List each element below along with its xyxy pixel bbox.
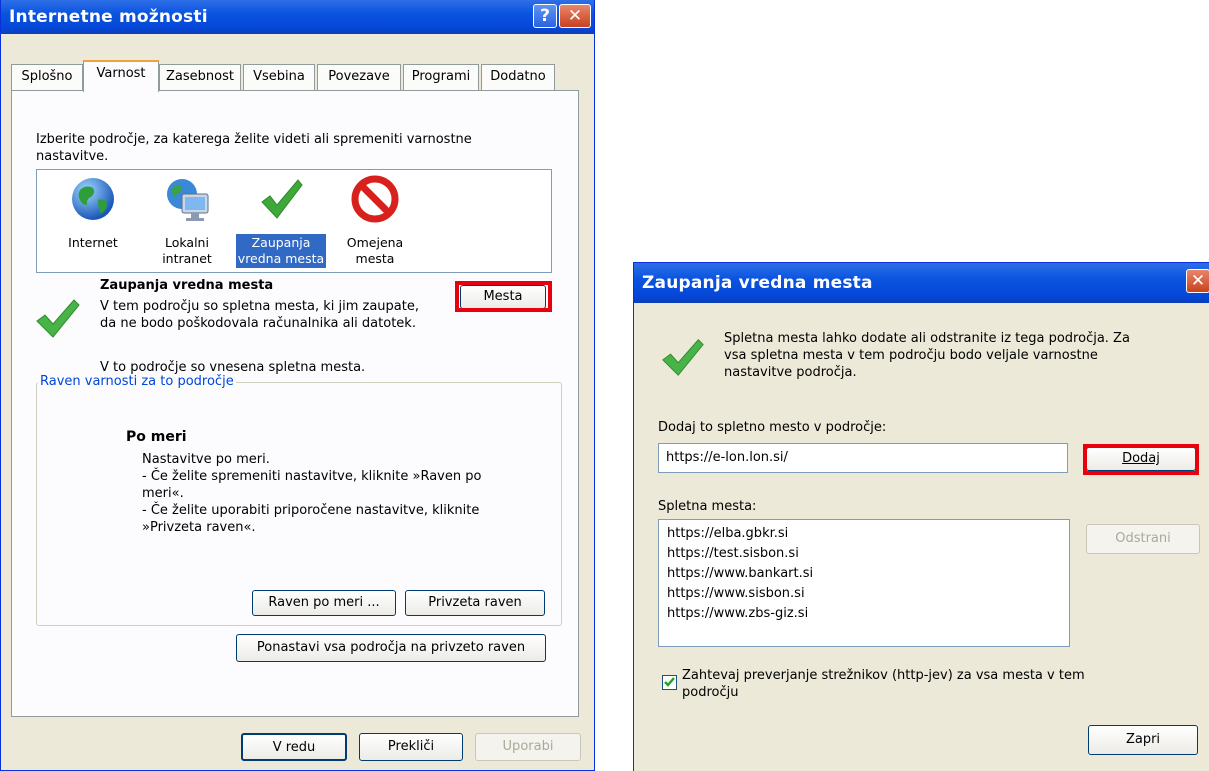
tab-splosno[interactable]: Splošno	[11, 64, 83, 90]
close-button[interactable]: ✕	[559, 4, 591, 28]
checkbox-check-icon	[664, 677, 675, 687]
zone-selector: Internet Lokalni intranet Zaupanja vredn…	[36, 169, 552, 273]
tab-programi[interactable]: Programi	[403, 64, 479, 90]
require-https-label-line2[interactable]: področju	[682, 684, 738, 701]
require-https-label-line1[interactable]: Zahtevaj preverjanje strežnikov (http-je…	[682, 667, 1085, 684]
custom-level-title: Po meri	[126, 429, 187, 445]
trusted-checkmark-icon	[662, 339, 704, 376]
apply-button[interactable]: Uporabi	[475, 733, 581, 761]
zone-restricted-sites-label: Omejena mesta	[345, 234, 405, 268]
cancel-button[interactable]: Prekliči	[359, 733, 463, 761]
trusted-description-line1: Spletna mesta lahko dodate ali odstranit…	[724, 331, 1130, 346]
help-button[interactable]: ?	[533, 4, 557, 28]
security-tab-panel: Izberite področje, za katerega želite vi…	[11, 90, 579, 717]
custom-level-line4: - Če želite uporabiti priporočene nastav…	[142, 503, 480, 518]
zone-local-intranet-label-line1: Lokalni	[165, 235, 209, 250]
security-level-group-label: Raven varnosti za to področje	[38, 374, 236, 390]
zone-restricted-sites[interactable]: Omejena mesta	[329, 174, 421, 268]
zone-internet[interactable]: Internet	[47, 174, 139, 252]
trusted-sites-close-button[interactable]: ✕	[1186, 269, 1209, 293]
sites-list[interactable]: https://elba.gbkr.si https://test.sisbon…	[658, 519, 1070, 647]
custom-level-button[interactable]: Raven po meri ...	[252, 590, 396, 616]
add-site-button-highlight	[1083, 444, 1199, 475]
list-item[interactable]: https://www.zbs-giz.si	[667, 604, 1061, 624]
list-item[interactable]: https://test.sisbon.si	[667, 544, 1061, 564]
intro-text-line1: Izberite področje, za katerega želite vi…	[36, 132, 472, 147]
zone-local-intranet-label: Lokalni intranet	[160, 234, 214, 268]
zone-title: Zaupanja vredna mesta	[100, 278, 274, 293]
close-dialog-button[interactable]: Zapri	[1088, 725, 1198, 755]
custom-level-line3: meri«.	[142, 486, 184, 501]
tab-dodatno[interactable]: Dodatno	[481, 64, 555, 90]
title-bar[interactable]: Internetne možnosti	[1, 0, 594, 34]
globe-icon	[72, 178, 114, 220]
trusted-sites-title-bar[interactable]: Zaupanja vredna mesta	[634, 263, 1209, 303]
trusted-checkmark-icon	[36, 299, 80, 338]
ok-button[interactable]: V redu	[241, 733, 347, 761]
zone-trusted-sites-label-line2: vredna mesta	[237, 251, 325, 266]
zone-restricted-sites-label-line2: mesta	[355, 251, 395, 266]
tab-varnost[interactable]: Varnost	[83, 60, 159, 92]
sites-list-label: Spletna mesta:	[658, 499, 757, 514]
zone-internet-label: Internet	[68, 235, 118, 250]
tab-vsebina[interactable]: Vsebina	[243, 64, 315, 90]
zone-description-line1: V tem področju so spletna mesta, ki jim …	[100, 299, 419, 314]
checkmark-icon	[261, 179, 303, 219]
zone-local-intranet-label-line2: intranet	[162, 251, 212, 266]
custom-level-line1: Nastavitve po meri.	[142, 452, 270, 467]
add-site-input[interactable]: https://e-lon.lon.si/	[658, 443, 1068, 473]
zone-description-line2: da ne bodo poškodovala računalnika ali d…	[100, 316, 416, 331]
sites-button-highlight	[455, 281, 552, 312]
default-level-button[interactable]: Privzeta raven	[405, 590, 545, 616]
tab-zasebnost[interactable]: Zasebnost	[159, 64, 241, 90]
add-site-label: Dodaj to spletno mesto v področje:	[658, 420, 887, 435]
custom-level-line2: - Če želite spremeniti nastavitve, klikn…	[142, 469, 482, 484]
tab-povezave[interactable]: Povezave	[317, 64, 401, 90]
zone-trusted-sites-label: Zaupanja vredna mesta	[235, 234, 327, 268]
trusted-description-line3: nastavitve področja.	[724, 365, 857, 380]
require-https-checkbox[interactable]	[662, 675, 677, 690]
zone-local-intranet[interactable]: Lokalni intranet	[141, 174, 233, 268]
list-item[interactable]: https://www.bankart.si	[667, 564, 1061, 584]
window-title: Internetne možnosti	[9, 7, 208, 27]
zone-restricted-sites-label-line1: Omejena	[346, 235, 404, 250]
custom-level-line5: »Privzeta raven«.	[142, 520, 256, 535]
remove-site-button[interactable]: Odstrani	[1086, 524, 1200, 554]
list-item[interactable]: https://elba.gbkr.si	[667, 524, 1061, 544]
restricted-icon	[351, 175, 399, 223]
trusted-sites-window: Zaupanja vredna mesta ✕ Spletna mesta la…	[633, 262, 1209, 771]
intro-text-line2: nastavitve.	[36, 149, 109, 164]
list-item[interactable]: https://www.sisbon.si	[667, 584, 1061, 604]
intranet-monitor-icon	[167, 179, 209, 221]
add-site-input-value: https://e-lon.lon.si/	[666, 450, 788, 465]
zone-trusted-sites-label-line1: Zaupanja	[251, 235, 311, 250]
zone-trusted-sites[interactable]: Zaupanja vredna mesta	[235, 174, 327, 268]
trusted-sites-title: Zaupanja vredna mesta	[642, 273, 873, 293]
reset-all-zones-button[interactable]: Ponastavi vsa področja na privzeto raven	[236, 634, 546, 662]
trusted-description-line2: vsa spletna mesta v tem področju bodo ve…	[724, 348, 1098, 363]
internet-options-window: Internetne možnosti ? ✕ Splošno Varnost …	[0, 0, 595, 771]
